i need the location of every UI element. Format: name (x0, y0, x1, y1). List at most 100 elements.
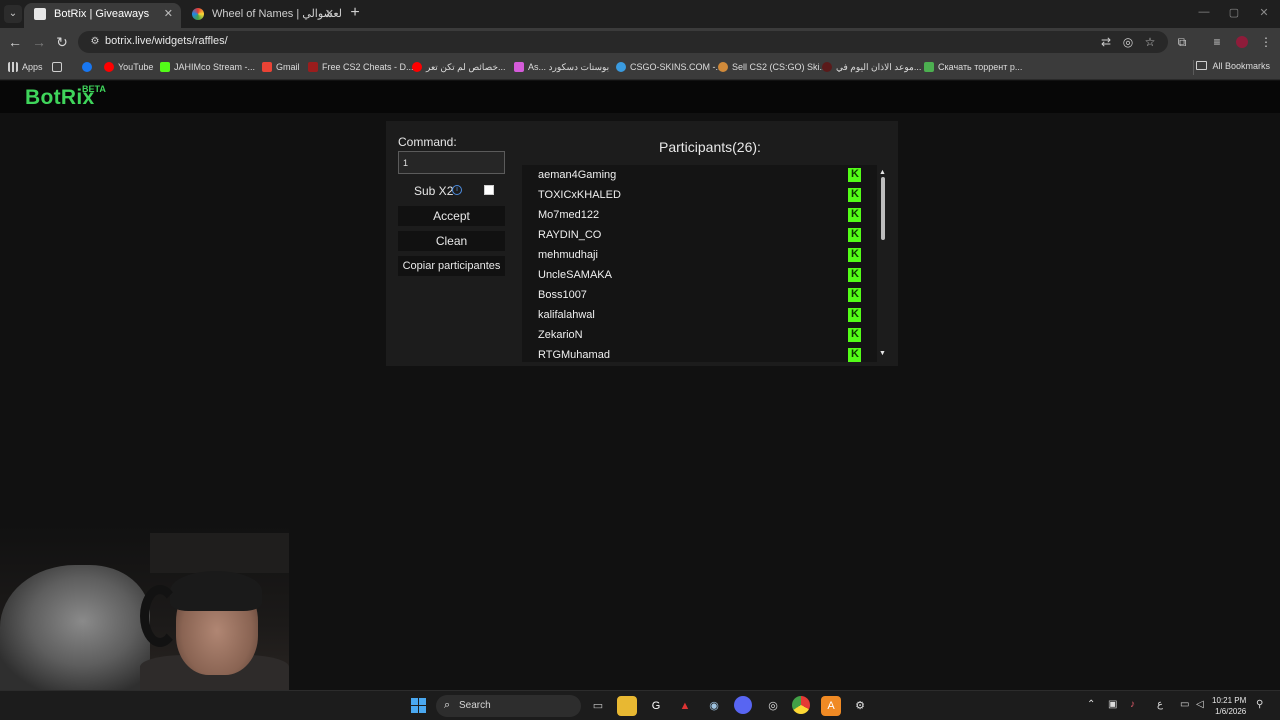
browser-menu-icon[interactable]: ⋮ (1258, 34, 1274, 50)
bookmark-cs2-cheats[interactable]: Free CS2 Cheats - D... (308, 61, 414, 75)
chrome-icon[interactable] (792, 696, 810, 714)
translate-icon[interactable]: ⇄ (1098, 34, 1114, 50)
tab-search-icon[interactable]: ⌄ (4, 5, 22, 23)
participant-row: TOXICxKHALED K (522, 185, 862, 205)
facebook-icon (82, 62, 92, 72)
bookmark-discord-posts[interactable]: As... بوستات دسكورد (514, 61, 609, 75)
notifications-bell-icon[interactable]: ⚲ (1256, 699, 1263, 710)
kick-platform-icon: K (848, 288, 861, 302)
close-window-icon[interactable]: ✕ (1254, 6, 1274, 19)
participant-name: aeman4Gaming (538, 169, 617, 181)
bookmark-facebook[interactable] (82, 61, 96, 75)
reload-icon[interactable]: ↻ (53, 33, 71, 51)
kick-platform-icon: K (848, 228, 861, 242)
tray-app-icon[interactable]: ▣ (1108, 699, 1117, 710)
app-icon[interactable]: A (821, 696, 841, 716)
browser-toolbar: ← → ↻ ⚙ botrix.live/widgets/raffles/ ⇄ ◎… (0, 28, 1280, 56)
tab-botrix[interactable]: BotRix | Giveaways ✕ (24, 3, 181, 28)
bookmark-csgo-skins[interactable]: CSGO-SKINS.COM -... (616, 61, 723, 75)
bookmark-arabic-1[interactable]: خصائص لم تكن تعر... (412, 61, 506, 75)
sub-x2-label: Sub X2 (414, 184, 454, 198)
kick-platform-icon: K (848, 188, 861, 202)
copy-participants-button[interactable]: Copiar participantes (398, 256, 505, 276)
kick-platform-icon: K (848, 328, 861, 342)
bookmark-jahimco[interactable]: JAHIMco Stream -... (160, 61, 255, 75)
microphone-icon[interactable]: ♪ (1130, 699, 1135, 710)
bookmarks-divider (1193, 60, 1194, 75)
site-info-icon[interactable]: ⚙ (88, 35, 102, 49)
bookmark-grid[interactable] (52, 61, 66, 75)
participant-row: kalifalahwal K (522, 305, 862, 325)
bookmark-torrent[interactable]: Скачать торрент р... (924, 61, 1022, 75)
close-tab-icon[interactable]: ✕ (164, 3, 173, 25)
bookmark-star-icon[interactable]: ☆ (1142, 34, 1158, 50)
task-view-icon[interactable]: ▭ (588, 696, 608, 716)
kick-platform-icon: K (848, 268, 861, 282)
url-text[interactable]: botrix.live/widgets/raffles/ (105, 35, 228, 47)
webcam-background (150, 533, 289, 573)
logitech-icon[interactable]: G (646, 696, 666, 716)
kick-platform-icon: K (848, 208, 861, 222)
tray-chevron-up-icon[interactable]: ⌃ (1087, 699, 1095, 710)
webcam-overlay (0, 525, 289, 690)
participant-row: Boss1007 K (522, 285, 862, 305)
bookmark-label: JAHIMco Stream -... (174, 62, 256, 72)
botrix-favicon-icon (34, 8, 46, 20)
taskbar-search[interactable]: ⌕ Search (436, 695, 581, 717)
profile-avatar-icon[interactable] (1234, 34, 1250, 50)
bookmark-prayer-times[interactable]: موعد الاذان اليوم في... (822, 61, 921, 75)
new-tab-icon[interactable]: + (346, 4, 364, 22)
address-bar[interactable]: ⚙ botrix.live/widgets/raffles/ ⇄ ◎ ☆ (78, 31, 1168, 53)
scroll-up-arrow-icon[interactable]: ▲ (879, 169, 886, 176)
youtube-icon (412, 62, 422, 72)
back-arrow-icon[interactable]: ← (6, 33, 24, 51)
info-icon[interactable]: i (452, 185, 462, 195)
wheel-favicon-icon (192, 8, 204, 20)
participant-row: RTGMuhamad K (522, 345, 862, 362)
windows-start-icon[interactable] (411, 698, 427, 714)
obs-icon[interactable]: ◎ (763, 696, 783, 716)
participants-list[interactable]: aeman4Gaming K TOXICxKHALED K Mo7med122 K RAYD… (522, 165, 877, 362)
clean-button[interactable]: Clean (398, 231, 505, 251)
accept-button[interactable]: Accept (398, 206, 505, 226)
taskbar-clock[interactable]: 10:21 PM 1/6/2026 (1212, 695, 1246, 717)
minimize-icon[interactable]: — (1194, 6, 1214, 18)
bookmark-apps[interactable]: Apps (8, 61, 43, 75)
bookmark-label: خصائص لم تكن تعر... (426, 62, 506, 72)
command-label: Command: (398, 135, 457, 149)
participant-name: UncleSAMAKA (538, 269, 612, 281)
bookmark-sell-cs2[interactable]: Sell CS2 (CS:GO) Ski... (718, 61, 827, 75)
steam-icon[interactable]: ◉ (704, 696, 724, 716)
sub-x2-checkbox[interactable] (484, 185, 494, 195)
participant-name: Boss1007 (538, 289, 587, 301)
bookmark-gmail[interactable]: Gmail (262, 61, 300, 75)
scroll-down-arrow-icon[interactable]: ▼ (879, 350, 886, 357)
scrollbar-thumb[interactable] (881, 177, 885, 240)
media-queue-icon[interactable]: ≡ (1209, 34, 1225, 50)
torrent-icon (924, 62, 934, 72)
gmail-icon (262, 62, 272, 72)
hide-eye-icon[interactable]: ◎ (1120, 34, 1136, 50)
close-tab-icon[interactable]: ✕ (325, 3, 334, 25)
adobe-icon[interactable]: ▲ (675, 696, 695, 716)
forward-arrow-icon[interactable]: → (30, 33, 48, 51)
kick-platform-icon: K (848, 168, 861, 182)
discord-icon[interactable] (734, 696, 752, 714)
participant-row: UncleSAMAKA K (522, 265, 862, 285)
bookmark-youtube[interactable]: YouTube (104, 61, 153, 75)
file-explorer-icon[interactable] (617, 696, 637, 716)
extensions-icon[interactable]: ⧉ (1174, 34, 1190, 50)
all-bookmarks-button[interactable]: All Bookmarks (1196, 61, 1270, 71)
browser-tab-strip: ⌄ BotRix | Giveaways ✕ Wheel of Names | … (0, 0, 1280, 28)
tab-wheel-of-names[interactable]: Wheel of Names | عسم العشوالي ✕ (182, 3, 342, 28)
grid-icon (52, 62, 62, 72)
bookmark-label: Apps (22, 62, 43, 72)
network-icon[interactable]: ▭ (1180, 699, 1189, 710)
volume-icon[interactable]: ◁ (1196, 699, 1204, 710)
language-indicator[interactable]: ع (1157, 699, 1163, 710)
command-input[interactable] (398, 151, 505, 174)
restore-icon[interactable]: ▢ (1224, 6, 1244, 19)
settings-gear-icon[interactable]: ⚙ (850, 696, 870, 716)
all-bookmarks-label: All Bookmarks (1212, 61, 1270, 71)
participants-title: Participants(26): (659, 139, 761, 155)
